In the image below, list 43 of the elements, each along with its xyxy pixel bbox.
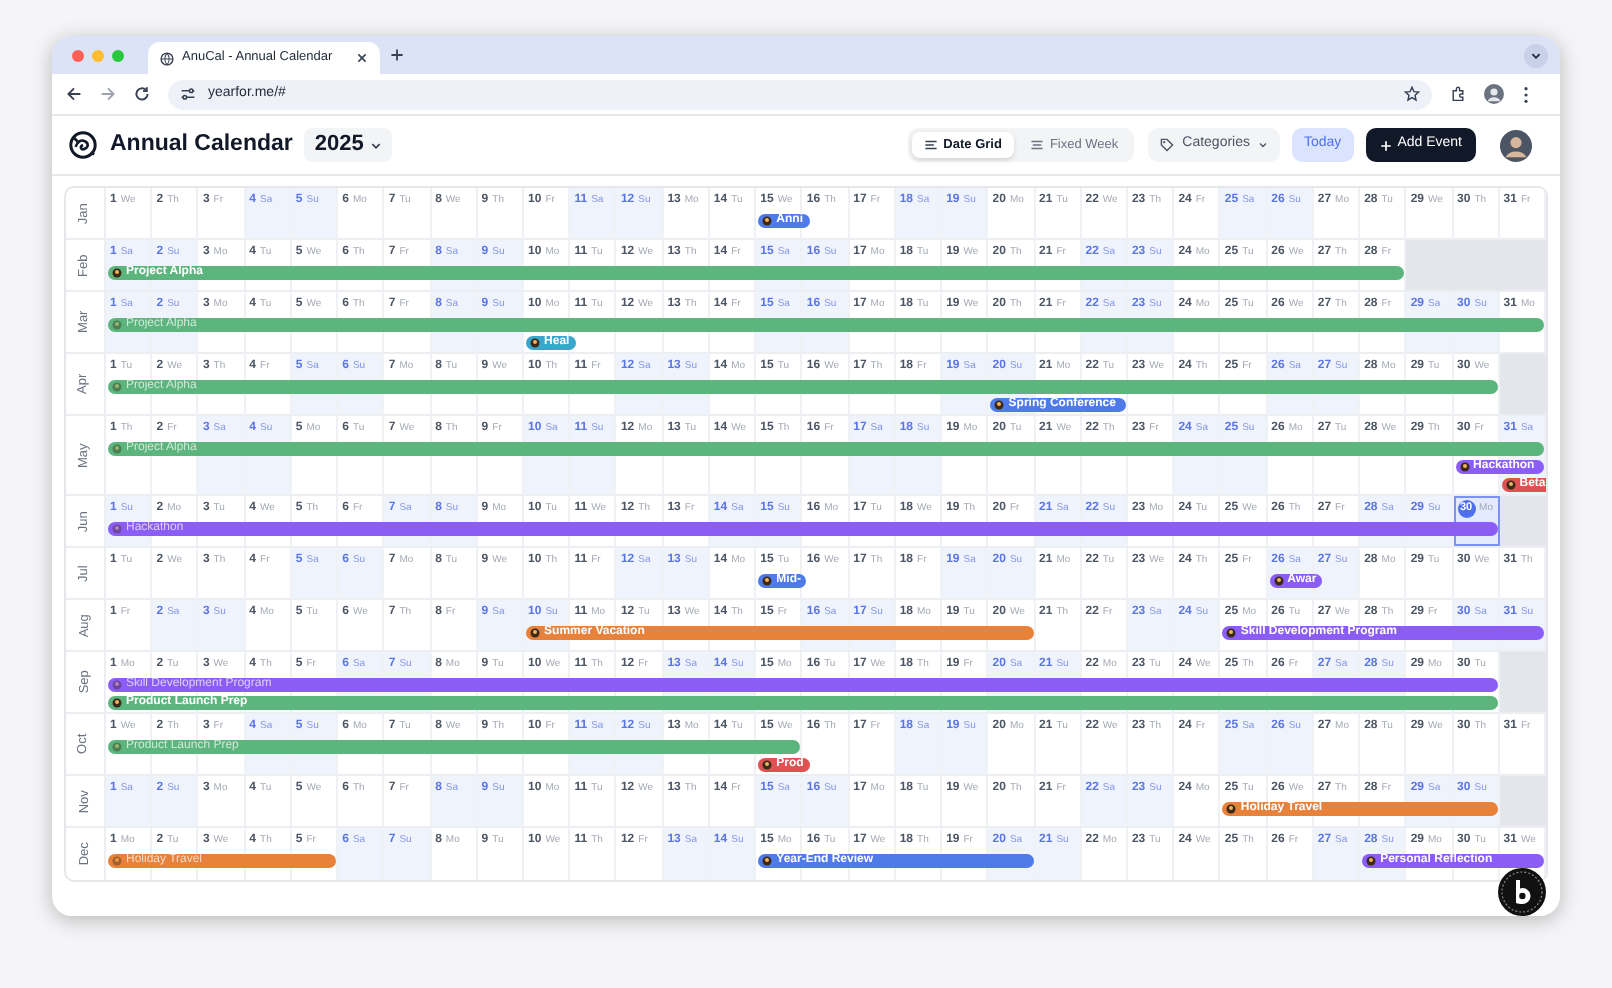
logo-icon	[68, 130, 98, 160]
new-tab-icon[interactable]	[390, 48, 404, 62]
site-settings-icon[interactable]	[180, 86, 196, 102]
event-icon	[762, 576, 773, 586]
event-icon	[762, 216, 773, 226]
user-avatar-icon[interactable]	[1500, 129, 1532, 161]
list-icon	[1029, 138, 1044, 152]
event-icon	[530, 338, 541, 348]
event-icon	[112, 524, 122, 534]
back-icon[interactable]	[66, 86, 82, 102]
reload-icon[interactable]	[134, 86, 150, 102]
event-icon	[762, 856, 773, 866]
chevron-down-icon	[369, 139, 382, 151]
event-icon	[1366, 856, 1377, 866]
globe-icon	[160, 51, 174, 65]
extensions-icon[interactable]	[1450, 86, 1466, 102]
plus-icon	[1379, 139, 1392, 151]
chevron-down-icon	[1530, 49, 1542, 61]
year-dropdown[interactable]: 2025	[304, 128, 392, 162]
menu-icon[interactable]	[1522, 85, 1530, 103]
event-icon	[1226, 804, 1237, 814]
tab-list-button[interactable]	[1524, 43, 1548, 67]
event-icon	[112, 268, 122, 278]
close-icon[interactable]	[356, 52, 368, 64]
event-icon	[112, 320, 122, 330]
star-icon[interactable]	[1404, 86, 1420, 102]
event-icon	[1226, 628, 1237, 638]
list-icon	[923, 138, 938, 152]
event-icon	[112, 382, 122, 392]
event-icon	[1505, 480, 1516, 490]
tag-icon	[1160, 138, 1175, 152]
event-icon	[112, 856, 122, 866]
event-icon	[1459, 462, 1470, 472]
event-icon	[530, 628, 541, 638]
event-icon	[112, 742, 122, 752]
badge-logo-icon[interactable]	[1498, 868, 1546, 916]
app-title: Annual Calendar	[110, 129, 293, 160]
event-icon	[762, 760, 773, 770]
chevron-down-icon	[1258, 140, 1268, 150]
profile-avatar-icon[interactable]	[1484, 84, 1504, 104]
event-icon	[112, 444, 122, 454]
event-icon	[1273, 576, 1284, 586]
event-icon	[994, 400, 1005, 410]
